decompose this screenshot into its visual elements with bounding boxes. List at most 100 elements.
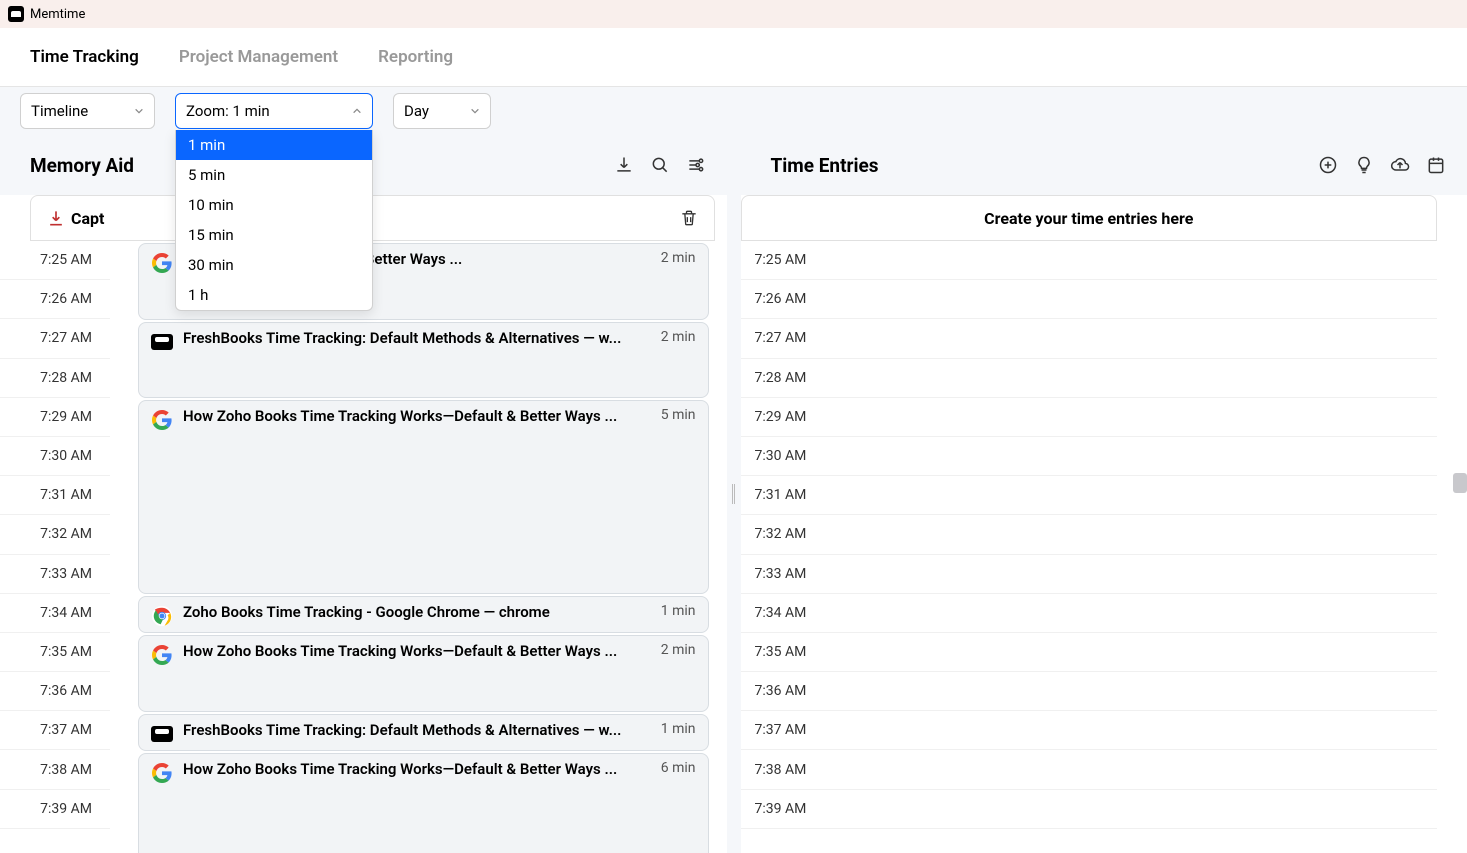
zoom-option[interactable]: 1 h bbox=[176, 280, 372, 310]
range-select[interactable]: Day bbox=[393, 93, 491, 129]
time-label: 7:25 AM bbox=[0, 241, 110, 280]
tab-project-management[interactable]: Project Management bbox=[179, 47, 338, 67]
zoom-dropdown: 1 min5 min10 min15 min30 min1 h bbox=[175, 130, 373, 311]
entry-slot[interactable] bbox=[821, 555, 1438, 594]
chevron-down-icon bbox=[470, 106, 480, 116]
chrome-icon bbox=[151, 605, 173, 627]
tab-reporting[interactable]: Reporting bbox=[378, 47, 453, 67]
entry-slot[interactable] bbox=[821, 672, 1438, 711]
zoom-option[interactable]: 30 min bbox=[176, 250, 372, 280]
time-label: 7:35 AM bbox=[0, 633, 110, 672]
time-label: 7:36 AM bbox=[741, 672, 821, 711]
activity-title: How Zoho Books Time Tracking Works—Defau… bbox=[183, 760, 651, 778]
time-label: 7:36 AM bbox=[0, 672, 110, 711]
time-label: 7:30 AM bbox=[0, 437, 110, 476]
entry-slot[interactable] bbox=[821, 711, 1438, 750]
zoom-option[interactable]: 15 min bbox=[176, 220, 372, 250]
entry-slot[interactable] bbox=[821, 476, 1438, 515]
calendar-icon[interactable] bbox=[1425, 154, 1447, 176]
filter-icon[interactable] bbox=[685, 154, 707, 176]
activity-card[interactable]: How Zoho Books Time Tracking Works—Defau… bbox=[138, 635, 709, 711]
time-label: 7:37 AM bbox=[0, 711, 110, 750]
time-gutter-right: 7:25 AM7:26 AM7:27 AM7:28 AM7:29 AM7:30 … bbox=[741, 241, 821, 853]
panel-divider[interactable] bbox=[727, 135, 741, 853]
time-label: 7:39 AM bbox=[0, 790, 110, 829]
time-label: 7:38 AM bbox=[741, 750, 821, 789]
activity-card[interactable]: How Zoho Books Time Tracking Works—Defau… bbox=[138, 400, 709, 594]
entry-slot[interactable] bbox=[821, 594, 1438, 633]
entry-slot[interactable] bbox=[821, 319, 1438, 358]
chevron-down-icon bbox=[134, 106, 144, 116]
entry-slot[interactable] bbox=[821, 633, 1438, 672]
time-label: 7:29 AM bbox=[741, 398, 821, 437]
time-label: 7:28 AM bbox=[741, 359, 821, 398]
entry-slot[interactable] bbox=[821, 515, 1438, 554]
zoom-select-label: Zoom: 1 min bbox=[186, 102, 344, 120]
entry-slot[interactable] bbox=[821, 359, 1438, 398]
view-select[interactable]: Timeline bbox=[20, 93, 155, 129]
activity-duration: 2 min bbox=[661, 642, 696, 658]
activity-duration: 1 min bbox=[661, 721, 696, 737]
tab-time-tracking[interactable]: Time Tracking bbox=[30, 47, 139, 67]
google-g-icon bbox=[151, 644, 173, 666]
activity-duration: 1 min bbox=[661, 603, 696, 619]
time-label: 7:38 AM bbox=[0, 750, 110, 789]
download-arrow-icon[interactable] bbox=[45, 207, 67, 229]
captured-label: Capt bbox=[71, 209, 104, 228]
entries-lines[interactable] bbox=[821, 241, 1467, 853]
activity-title: Zoho Books Time Tracking - Google Chrome… bbox=[183, 603, 651, 621]
time-label: 7:32 AM bbox=[0, 515, 110, 554]
google-g-icon bbox=[151, 252, 173, 274]
entry-slot[interactable] bbox=[821, 280, 1438, 319]
entry-slot[interactable] bbox=[821, 437, 1438, 476]
activity-title: How Zoho Books Time Tracking Works—Defau… bbox=[183, 642, 651, 660]
memory-aid-actions bbox=[613, 154, 707, 176]
download-icon[interactable] bbox=[613, 154, 635, 176]
time-label: 7:34 AM bbox=[741, 594, 821, 633]
app-name: Memtime bbox=[30, 7, 85, 22]
plus-circle-icon[interactable] bbox=[1317, 154, 1339, 176]
activity-card[interactable]: How Zoho Books Time Tracking Works—Defau… bbox=[138, 753, 709, 853]
events-column: Tracking Works—Default & Better Ways ...… bbox=[110, 241, 727, 853]
entry-slot[interactable] bbox=[821, 750, 1438, 789]
zoom-option[interactable]: 1 min bbox=[176, 130, 372, 160]
time-label: 7:39 AM bbox=[741, 790, 821, 829]
lightbulb-icon[interactable] bbox=[1353, 154, 1375, 176]
activity-card[interactable]: FreshBooks Time Tracking: Default Method… bbox=[138, 714, 709, 751]
activity-card[interactable]: FreshBooks Time Tracking: Default Method… bbox=[138, 322, 709, 398]
time-entries-actions bbox=[1317, 154, 1447, 176]
time-entries-panel: Time Entries Create your time entries he… bbox=[741, 135, 1467, 853]
zoom-option[interactable]: 5 min bbox=[176, 160, 372, 190]
google-g-icon bbox=[151, 409, 173, 431]
memory-aid-timeline: 7:25 AM7:26 AM7:27 AM7:28 AM7:29 AM7:30 … bbox=[0, 241, 727, 853]
create-entries-header: Create your time entries here bbox=[741, 195, 1438, 241]
google-g-icon bbox=[151, 762, 173, 784]
time-label: 7:31 AM bbox=[741, 476, 821, 515]
time-label: 7:27 AM bbox=[0, 319, 110, 358]
zoom-select[interactable]: Zoom: 1 min 1 min5 min10 min15 min30 min… bbox=[175, 93, 373, 129]
zoom-option[interactable]: 10 min bbox=[176, 190, 372, 220]
time-label: 7:35 AM bbox=[741, 633, 821, 672]
trash-icon[interactable] bbox=[678, 207, 700, 229]
cloud-upload-icon[interactable] bbox=[1389, 154, 1411, 176]
create-entries-label: Create your time entries here bbox=[984, 209, 1193, 228]
activity-title: FreshBooks Time Tracking: Default Method… bbox=[183, 329, 651, 347]
search-icon[interactable] bbox=[649, 154, 671, 176]
main-tabs: Time Tracking Project Management Reporti… bbox=[0, 28, 1467, 87]
titlebar: Memtime bbox=[0, 0, 1467, 28]
activity-duration: 2 min bbox=[661, 250, 696, 266]
scrollbar-thumb[interactable] bbox=[1453, 473, 1467, 493]
time-label: 7:37 AM bbox=[741, 711, 821, 750]
entry-slot[interactable] bbox=[821, 398, 1438, 437]
entry-slot[interactable] bbox=[821, 241, 1438, 280]
range-select-label: Day bbox=[404, 102, 462, 120]
activity-title: FreshBooks Time Tracking: Default Method… bbox=[183, 721, 651, 739]
time-label: 7:31 AM bbox=[0, 476, 110, 515]
activity-card[interactable]: Zoho Books Time Tracking - Google Chrome… bbox=[138, 596, 709, 633]
time-label: 7:29 AM bbox=[0, 398, 110, 437]
entry-slot[interactable] bbox=[821, 790, 1438, 829]
time-label: 7:30 AM bbox=[741, 437, 821, 476]
time-entries-header: Time Entries bbox=[741, 135, 1467, 195]
time-label: 7:26 AM bbox=[0, 280, 110, 319]
activity-title: How Zoho Books Time Tracking Works—Defau… bbox=[183, 407, 651, 425]
